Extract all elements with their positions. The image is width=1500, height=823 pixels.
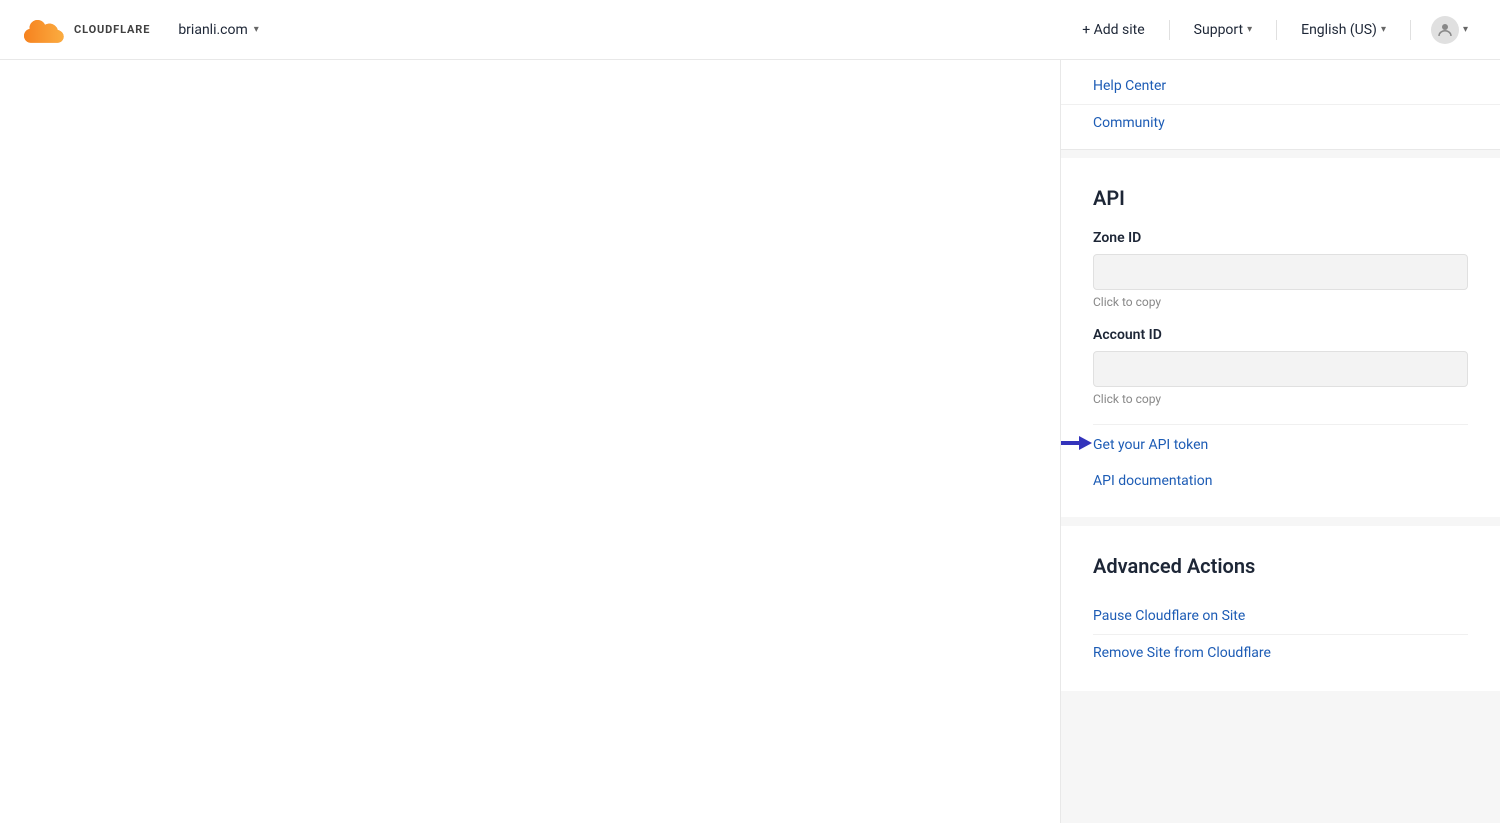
add-site-button[interactable]: + Add site <box>1070 16 1156 44</box>
support-dropdown-menu: Help Center Community <box>1061 60 1500 150</box>
account-id-input[interactable] <box>1093 351 1468 387</box>
user-chevron-icon: ▾ <box>1463 24 1468 35</box>
community-link[interactable]: Community <box>1061 105 1500 141</box>
remove-site-link[interactable]: Remove Site from Cloudflare <box>1093 634 1468 671</box>
site-chevron-icon: ▾ <box>254 24 259 35</box>
logo-text: CLOUDFLARE <box>74 23 150 36</box>
api-token-row: Get your API token <box>1093 424 1468 461</box>
main-layout: Help Center Community API Zone ID Click … <box>0 60 1500 823</box>
separator-1 <box>1061 150 1500 158</box>
get-api-token-link[interactable]: Get your API token <box>1093 437 1208 453</box>
support-chevron-icon: ▾ <box>1247 24 1252 35</box>
language-label: English (US) <box>1301 22 1377 38</box>
add-site-label: + Add site <box>1082 22 1144 38</box>
site-name: brianli.com <box>178 22 247 38</box>
arrow-annotation <box>1060 441 1081 445</box>
right-panel: Help Center Community API Zone ID Click … <box>1060 60 1500 823</box>
left-panel <box>0 60 1060 823</box>
help-center-link[interactable]: Help Center <box>1061 68 1500 105</box>
header-divider-3 <box>1410 20 1411 40</box>
user-menu-button[interactable]: ▾ <box>1423 10 1476 50</box>
header: CLOUDFLARE brianli.com ▾ + Add site Supp… <box>0 0 1500 60</box>
zone-id-input[interactable] <box>1093 254 1468 290</box>
account-id-label: Account ID <box>1093 327 1468 343</box>
language-button[interactable]: English (US) ▾ <box>1289 16 1398 44</box>
site-selector[interactable]: brianli.com ▾ <box>170 18 266 42</box>
api-section: API Zone ID Click to copy Account ID Cli… <box>1061 158 1500 517</box>
arrow-line <box>1060 441 1081 445</box>
language-chevron-icon: ▾ <box>1381 24 1386 35</box>
header-right: + Add site Support ▾ English (US) ▾ ▾ <box>1070 10 1476 50</box>
zone-id-label: Zone ID <box>1093 230 1468 246</box>
pause-cloudflare-link[interactable]: Pause Cloudflare on Site <box>1093 598 1468 634</box>
person-icon <box>1436 21 1454 39</box>
header-divider <box>1169 20 1170 40</box>
api-section-title: API <box>1093 186 1468 210</box>
advanced-actions-title: Advanced Actions <box>1093 554 1468 578</box>
cloudflare-logo-icon <box>24 16 68 44</box>
user-avatar-icon <box>1431 16 1459 44</box>
advanced-actions-section: Advanced Actions Pause Cloudflare on Sit… <box>1061 526 1500 691</box>
cloudflare-logo[interactable]: CLOUDFLARE <box>24 16 150 44</box>
api-documentation-link[interactable]: API documentation <box>1093 465 1468 497</box>
header-divider-2 <box>1276 20 1277 40</box>
arrow-head-icon <box>1079 436 1092 450</box>
zone-id-hint: Click to copy <box>1093 295 1468 309</box>
account-id-hint: Click to copy <box>1093 392 1468 406</box>
support-button[interactable]: Support ▾ <box>1182 16 1264 44</box>
support-label: Support <box>1194 22 1243 38</box>
separator-2 <box>1061 518 1500 526</box>
